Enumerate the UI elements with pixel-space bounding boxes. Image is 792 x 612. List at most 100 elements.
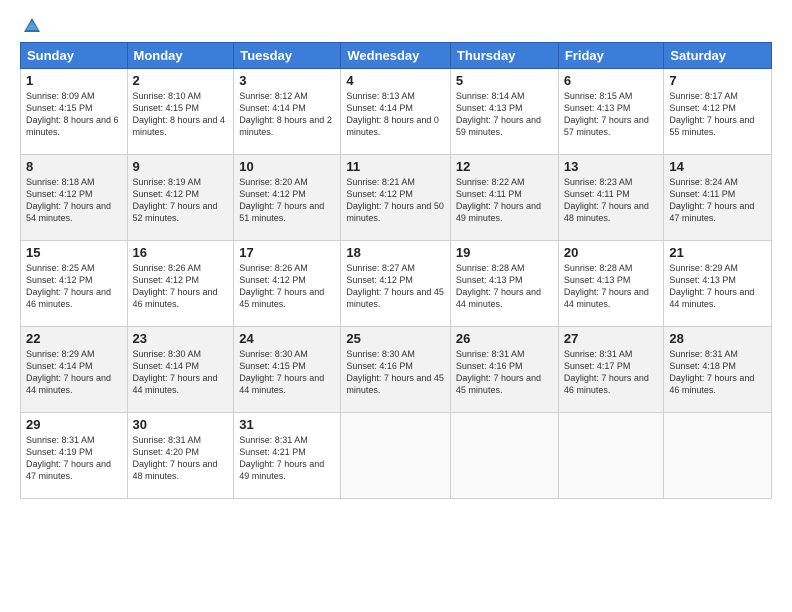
day-number: 29 xyxy=(26,417,122,432)
calendar-cell: 7 Sunrise: 8:17 AMSunset: 4:12 PMDaylight… xyxy=(664,69,772,155)
calendar-cell xyxy=(341,413,451,499)
calendar-week-row: 22 Sunrise: 8:29 AMSunset: 4:14 PMDayligh… xyxy=(21,327,772,413)
calendar-cell: 3 Sunrise: 8:12 AMSunset: 4:14 PMDaylight… xyxy=(234,69,341,155)
logo xyxy=(20,16,42,32)
calendar-cell: 13Sunrise: 8:23 AMSunset: 4:11 PMDayligh… xyxy=(558,155,664,241)
day-number: 26 xyxy=(456,331,553,346)
day-info: Sunrise: 8:31 AMSunset: 4:19 PMDaylight:… xyxy=(26,435,111,481)
weekday-header: Wednesday xyxy=(341,43,451,69)
day-info: Sunrise: 8:15 AMSunset: 4:13 PMDaylight:… xyxy=(564,91,649,137)
day-number: 2 xyxy=(133,73,229,88)
calendar-cell: 14 Sunrise: 8:24 AMSunset: 4:11 PMDayligh… xyxy=(664,155,772,241)
day-info: Sunrise: 8:10 AMSunset: 4:15 PMDaylight:… xyxy=(133,91,226,137)
day-number: 22 xyxy=(26,331,122,346)
day-number: 18 xyxy=(346,245,445,260)
calendar-cell: 4Sunrise: 8:13 AMSunset: 4:14 PMDaylight… xyxy=(341,69,451,155)
day-number: 10 xyxy=(239,159,335,174)
calendar-cell xyxy=(558,413,664,499)
day-info: Sunrise: 8:14 AMSunset: 4:13 PMDaylight:… xyxy=(456,91,541,137)
calendar-cell: 15 Sunrise: 8:25 AMSunset: 4:12 PMDayligh… xyxy=(21,241,128,327)
day-info: Sunrise: 8:28 AMSunset: 4:13 PMDaylight:… xyxy=(456,263,541,309)
day-info: Sunrise: 8:31 AMSunset: 4:21 PMDaylight:… xyxy=(239,435,324,481)
calendar-cell: 1Sunrise: 8:09 AMSunset: 4:15 PMDaylight… xyxy=(21,69,128,155)
day-info: Sunrise: 8:19 AMSunset: 4:12 PMDaylight:… xyxy=(133,177,218,223)
calendar-header-row: SundayMondayTuesdayWednesdayThursdayFrid… xyxy=(21,43,772,69)
calendar-week-row: 8Sunrise: 8:18 AMSunset: 4:12 PMDaylight… xyxy=(21,155,772,241)
day-number: 4 xyxy=(346,73,445,88)
day-number: 21 xyxy=(669,245,766,260)
calendar-cell xyxy=(664,413,772,499)
calendar-cell: 9Sunrise: 8:19 AMSunset: 4:12 PMDaylight… xyxy=(127,155,234,241)
calendar-cell: 17 Sunrise: 8:26 AMSunset: 4:12 PMDayligh… xyxy=(234,241,341,327)
day-info: Sunrise: 8:31 AMSunset: 4:17 PMDaylight:… xyxy=(564,349,649,395)
weekday-header: Saturday xyxy=(664,43,772,69)
calendar-cell: 12 Sunrise: 8:22 AMSunset: 4:11 PMDayligh… xyxy=(450,155,558,241)
day-number: 12 xyxy=(456,159,553,174)
day-info: Sunrise: 8:22 AMSunset: 4:11 PMDaylight:… xyxy=(456,177,541,223)
calendar-cell: 23 Sunrise: 8:30 AMSunset: 4:14 PMDayligh… xyxy=(127,327,234,413)
calendar-cell xyxy=(450,413,558,499)
day-info: Sunrise: 8:31 AMSunset: 4:20 PMDaylight:… xyxy=(133,435,218,481)
day-info: Sunrise: 8:20 AMSunset: 4:12 PMDaylight:… xyxy=(239,177,324,223)
day-number: 14 xyxy=(669,159,766,174)
day-number: 25 xyxy=(346,331,445,346)
day-info: Sunrise: 8:17 AMSunset: 4:12 PMDaylight:… xyxy=(669,91,754,137)
day-info: Sunrise: 8:09 AMSunset: 4:15 PMDaylight:… xyxy=(26,91,119,137)
day-number: 19 xyxy=(456,245,553,260)
day-info: Sunrise: 8:29 AMSunset: 4:13 PMDaylight:… xyxy=(669,263,754,309)
calendar-cell: 19 Sunrise: 8:28 AMSunset: 4:13 PMDayligh… xyxy=(450,241,558,327)
header xyxy=(20,16,772,32)
calendar-cell: 30 Sunrise: 8:31 AMSunset: 4:20 PMDayligh… xyxy=(127,413,234,499)
day-number: 16 xyxy=(133,245,229,260)
logo-icon xyxy=(22,16,42,36)
day-number: 5 xyxy=(456,73,553,88)
day-info: Sunrise: 8:27 AMSunset: 4:12 PMDaylight:… xyxy=(346,263,444,309)
day-number: 23 xyxy=(133,331,229,346)
day-info: Sunrise: 8:30 AMSunset: 4:16 PMDaylight:… xyxy=(346,349,444,395)
calendar-cell: 29 Sunrise: 8:31 AMSunset: 4:19 PMDayligh… xyxy=(21,413,128,499)
calendar: SundayMondayTuesdayWednesdayThursdayFrid… xyxy=(20,42,772,499)
calendar-cell: 10 Sunrise: 8:20 AMSunset: 4:12 PMDayligh… xyxy=(234,155,341,241)
day-number: 13 xyxy=(564,159,659,174)
calendar-cell: 8Sunrise: 8:18 AMSunset: 4:12 PMDaylight… xyxy=(21,155,128,241)
calendar-cell: 28 Sunrise: 8:31 AMSunset: 4:18 PMDayligh… xyxy=(664,327,772,413)
page: SundayMondayTuesdayWednesdayThursdayFrid… xyxy=(0,0,792,612)
day-number: 8 xyxy=(26,159,122,174)
calendar-cell: 24 Sunrise: 8:30 AMSunset: 4:15 PMDayligh… xyxy=(234,327,341,413)
day-info: Sunrise: 8:29 AMSunset: 4:14 PMDaylight:… xyxy=(26,349,111,395)
calendar-cell: 25 Sunrise: 8:30 AMSunset: 4:16 PMDayligh… xyxy=(341,327,451,413)
day-info: Sunrise: 8:31 AMSunset: 4:18 PMDaylight:… xyxy=(669,349,754,395)
calendar-cell: 26 Sunrise: 8:31 AMSunset: 4:16 PMDayligh… xyxy=(450,327,558,413)
day-number: 15 xyxy=(26,245,122,260)
day-info: Sunrise: 8:30 AMSunset: 4:15 PMDaylight:… xyxy=(239,349,324,395)
logo-text xyxy=(20,16,42,36)
day-number: 20 xyxy=(564,245,659,260)
calendar-cell: 11Sunrise: 8:21 AMSunset: 4:12 PMDayligh… xyxy=(341,155,451,241)
weekday-header: Sunday xyxy=(21,43,128,69)
day-number: 30 xyxy=(133,417,229,432)
day-info: Sunrise: 8:25 AMSunset: 4:12 PMDaylight:… xyxy=(26,263,111,309)
weekday-header: Friday xyxy=(558,43,664,69)
day-number: 24 xyxy=(239,331,335,346)
day-number: 31 xyxy=(239,417,335,432)
calendar-week-row: 1Sunrise: 8:09 AMSunset: 4:15 PMDaylight… xyxy=(21,69,772,155)
calendar-cell: 2 Sunrise: 8:10 AMSunset: 4:15 PMDaylight… xyxy=(127,69,234,155)
day-number: 28 xyxy=(669,331,766,346)
day-number: 17 xyxy=(239,245,335,260)
day-info: Sunrise: 8:26 AMSunset: 4:12 PMDaylight:… xyxy=(239,263,324,309)
day-info: Sunrise: 8:30 AMSunset: 4:14 PMDaylight:… xyxy=(133,349,218,395)
day-number: 6 xyxy=(564,73,659,88)
calendar-cell: 27 Sunrise: 8:31 AMSunset: 4:17 PMDayligh… xyxy=(558,327,664,413)
day-info: Sunrise: 8:12 AMSunset: 4:14 PMDaylight:… xyxy=(239,91,332,137)
day-info: Sunrise: 8:24 AMSunset: 4:11 PMDaylight:… xyxy=(669,177,754,223)
weekday-header: Monday xyxy=(127,43,234,69)
day-number: 3 xyxy=(239,73,335,88)
calendar-body: 1Sunrise: 8:09 AMSunset: 4:15 PMDaylight… xyxy=(21,69,772,499)
day-info: Sunrise: 8:31 AMSunset: 4:16 PMDaylight:… xyxy=(456,349,541,395)
calendar-cell: 20 Sunrise: 8:28 AMSunset: 4:13 PMDayligh… xyxy=(558,241,664,327)
day-number: 11 xyxy=(346,159,445,174)
day-number: 27 xyxy=(564,331,659,346)
day-info: Sunrise: 8:28 AMSunset: 4:13 PMDaylight:… xyxy=(564,263,649,309)
day-number: 7 xyxy=(669,73,766,88)
calendar-week-row: 15 Sunrise: 8:25 AMSunset: 4:12 PMDayligh… xyxy=(21,241,772,327)
